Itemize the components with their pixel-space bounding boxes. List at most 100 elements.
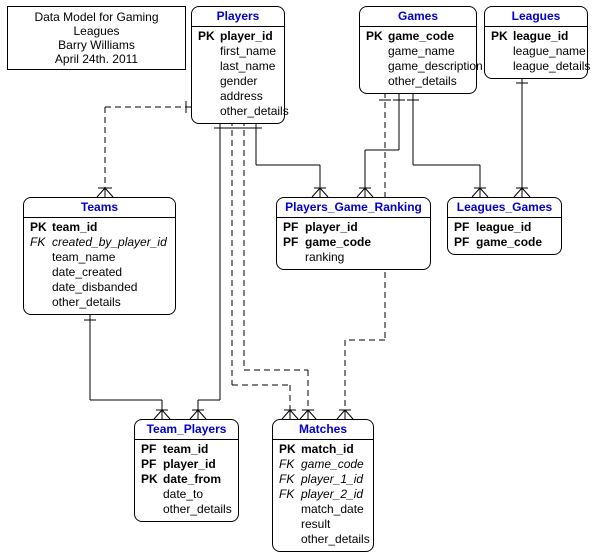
field-row: match_date <box>279 502 367 517</box>
field-keytype <box>198 74 220 89</box>
field-keytype <box>141 502 163 517</box>
entity-teams: Teams PKteam_idFKcreated_by_player_idtea… <box>23 197 176 315</box>
entity-title: Players <box>192 7 284 27</box>
field-name: other_details <box>220 104 289 119</box>
entity-title: Team_Players <box>135 420 238 440</box>
field-name: team_name <box>52 250 115 265</box>
field-name: team_id <box>52 220 97 235</box>
field-row: PFplayer_id <box>141 457 232 472</box>
field-row: game_description <box>366 59 470 74</box>
field-keytype <box>283 250 305 265</box>
field-name: game_code <box>301 457 364 472</box>
field-row: PKmatch_id <box>279 442 367 457</box>
entity-players-game-ranking: Players_Game_Ranking PFplayer_idPFgame_c… <box>276 197 431 270</box>
er-diagram: Data Model for Gaming Leagues Barry Will… <box>0 0 593 559</box>
field-name: first_name <box>220 44 276 59</box>
field-row: last_name <box>198 59 278 74</box>
field-name: result <box>301 517 330 532</box>
entity-body: PKplayer_idfirst_namelast_namegenderaddr… <box>192 27 284 123</box>
field-keytype <box>366 74 388 89</box>
field-row: result <box>279 517 367 532</box>
field-name: team_id <box>163 442 208 457</box>
field-row: PKleague_id <box>491 29 581 44</box>
entity-body: PFleague_idPFgame_code <box>448 218 561 254</box>
field-keytype <box>279 502 301 517</box>
field-row: FKplayer_2_id <box>279 487 367 502</box>
field-keytype: FK <box>279 487 301 502</box>
entity-title: Leagues <box>485 7 587 27</box>
field-row: FKgame_code <box>279 457 367 472</box>
field-row: PFgame_code <box>283 235 424 250</box>
entity-body: PFteam_idPFplayer_idPKdate_fromdate_toot… <box>135 440 238 521</box>
field-row: PFplayer_id <box>283 220 424 235</box>
field-keytype: PF <box>141 457 163 472</box>
field-name: league_id <box>476 220 531 235</box>
entity-body: PKteam_idFKcreated_by_player_idteam_name… <box>24 218 175 314</box>
field-row: PKdate_from <box>141 472 232 487</box>
field-name: player_2_id <box>301 487 363 502</box>
field-name: address <box>220 89 263 104</box>
field-keytype <box>30 280 52 295</box>
field-keytype: PK <box>366 29 388 44</box>
entity-title: Players_Game_Ranking <box>277 198 430 218</box>
field-keytype <box>279 532 301 547</box>
field-keytype: FK <box>279 472 301 487</box>
field-row: PFleague_id <box>454 220 555 235</box>
entity-body: PFplayer_idPFgame_coderanking <box>277 218 430 269</box>
field-name: league_id <box>513 29 568 44</box>
field-keytype <box>198 104 220 119</box>
field-keytype: PF <box>283 235 305 250</box>
field-name: date_from <box>163 472 221 487</box>
entity-team-players: Team_Players PFteam_idPFplayer_idPKdate_… <box>134 419 239 522</box>
field-row: ranking <box>283 250 424 265</box>
field-row: FKplayer_1_id <box>279 472 367 487</box>
field-name: other_details <box>163 502 232 517</box>
field-row: other_details <box>198 104 278 119</box>
field-keytype: PF <box>454 220 476 235</box>
field-name: ranking <box>305 250 344 265</box>
field-name: game_name <box>388 44 455 59</box>
field-row: league_details <box>491 59 581 74</box>
field-row: PFteam_id <box>141 442 232 457</box>
field-row: game_name <box>366 44 470 59</box>
field-keytype: PK <box>198 29 220 44</box>
field-row: PKplayer_id <box>198 29 278 44</box>
field-name: date_disbanded <box>52 280 137 295</box>
field-name: gender <box>220 74 257 89</box>
field-keytype <box>30 295 52 310</box>
field-name: other_details <box>301 532 370 547</box>
field-row: other_details <box>30 295 169 310</box>
field-keytype: PF <box>454 235 476 250</box>
entity-games: Games PKgame_codegame_namegame_descripti… <box>359 6 477 94</box>
field-name: game_code <box>476 235 542 250</box>
field-row: gender <box>198 74 278 89</box>
diagram-info-box: Data Model for Gaming Leagues Barry Will… <box>7 6 186 70</box>
field-name: game_code <box>305 235 371 250</box>
entity-matches: Matches PKmatch_idFKgame_codeFKplayer_1_… <box>272 419 374 552</box>
entity-leagues: Leagues PKleague_idleague_nameleague_det… <box>484 6 588 79</box>
field-name: league_details <box>513 59 590 74</box>
field-row: other_details <box>141 502 232 517</box>
field-name: player_id <box>163 457 216 472</box>
field-keytype <box>366 59 388 74</box>
field-keytype: PK <box>30 220 52 235</box>
field-row: date_disbanded <box>30 280 169 295</box>
field-name: other_details <box>388 74 457 89</box>
field-row: address <box>198 89 278 104</box>
entity-title: Teams <box>24 198 175 218</box>
entity-players: Players PKplayer_idfirst_namelast_namege… <box>191 6 285 124</box>
field-row: league_name <box>491 44 581 59</box>
field-keytype: PF <box>141 442 163 457</box>
field-keytype <box>279 517 301 532</box>
field-name: league_name <box>513 44 586 59</box>
diagram-author: Barry Williams <box>14 38 179 52</box>
entity-body: PKleague_idleague_nameleague_details <box>485 27 587 78</box>
field-name: date_created <box>52 265 122 280</box>
field-keytype: PK <box>491 29 513 44</box>
entity-title: Matches <box>273 420 373 440</box>
field-keytype <box>141 487 163 502</box>
field-row: other_details <box>279 532 367 547</box>
field-row: team_name <box>30 250 169 265</box>
field-name: date_to <box>163 487 203 502</box>
field-row: other_details <box>366 74 470 89</box>
